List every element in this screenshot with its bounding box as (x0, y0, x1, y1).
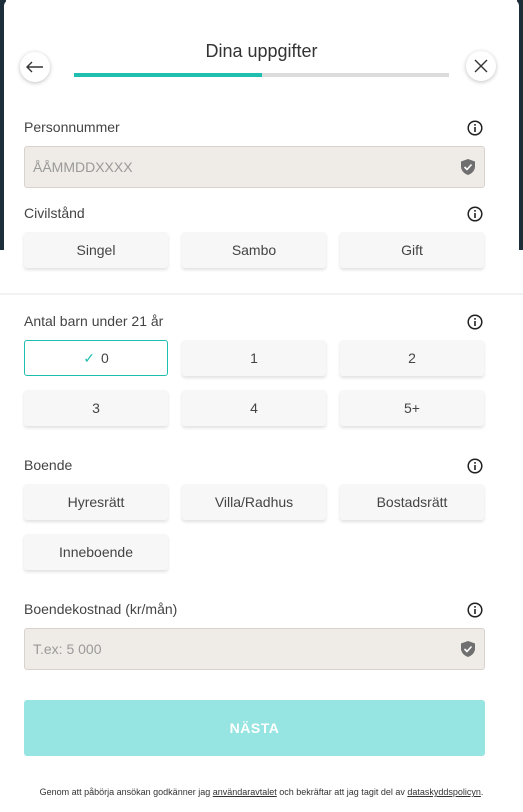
civilstand-option-sambo[interactable]: Sambo (182, 232, 326, 268)
footer-text: och bekräftar att jag tagit del av (276, 787, 408, 797)
section-divider (0, 293, 523, 295)
civilstand-option-singel[interactable]: Singel (24, 232, 168, 268)
boende-option-inneboende[interactable]: Inneboende (24, 534, 168, 570)
barn-option-3[interactable]: 3 (24, 390, 168, 426)
boendekostnad-label: Boendekostnad (kr/mån) (24, 601, 178, 617)
barn-label: Antal barn under 21 år (24, 313, 164, 329)
civilstand-option-gift[interactable]: Gift (340, 232, 484, 268)
info-icon[interactable] (467, 458, 483, 474)
close-icon (474, 59, 488, 73)
civilstand-label: Civilstånd (24, 205, 85, 221)
progress-bar (74, 73, 449, 77)
footer-text: . (480, 787, 484, 797)
privacy-policy-link[interactable]: dataskyddspolicyn (407, 787, 481, 797)
boende-label: Boende (24, 457, 73, 473)
barn-option-label: 0 (100, 350, 109, 366)
progress-fill (74, 73, 262, 77)
info-icon[interactable] (467, 120, 483, 136)
info-icon[interactable] (467, 602, 483, 618)
check-icon: ✓ (83, 349, 95, 366)
terms-link[interactable]: användaravtalet (213, 787, 277, 797)
info-icon[interactable] (467, 314, 483, 330)
personnummer-input[interactable] (24, 146, 485, 188)
boendekostnad-input[interactable] (24, 628, 485, 670)
arrow-left-icon (26, 61, 43, 73)
boende-option-bostadsratt[interactable]: Bostadsrätt (340, 484, 484, 520)
close-button[interactable] (466, 51, 496, 81)
shield-check-icon (461, 641, 475, 657)
personnummer-label: Personnummer (24, 119, 120, 135)
page-title: Dina uppgifter (205, 41, 318, 61)
info-icon[interactable] (467, 206, 483, 222)
boende-option-hyresratt[interactable]: Hyresrätt (24, 484, 168, 520)
barn-option-1[interactable]: 1 (182, 340, 326, 376)
barn-option-5plus[interactable]: 5+ (340, 390, 484, 426)
terms-footer: Genom att påbörja ansökan godkänner jag … (0, 787, 523, 797)
barn-option-0[interactable]: ✓ 0 (24, 340, 168, 376)
next-button[interactable]: NÄSTA (24, 700, 485, 756)
barn-option-2[interactable]: 2 (340, 340, 484, 376)
footer-text: Genom att påbörja ansökan godkänner jag (39, 787, 213, 797)
shield-check-icon (461, 159, 475, 175)
boende-option-villa-radhus[interactable]: Villa/Radhus (182, 484, 326, 520)
barn-option-4[interactable]: 4 (182, 390, 326, 426)
